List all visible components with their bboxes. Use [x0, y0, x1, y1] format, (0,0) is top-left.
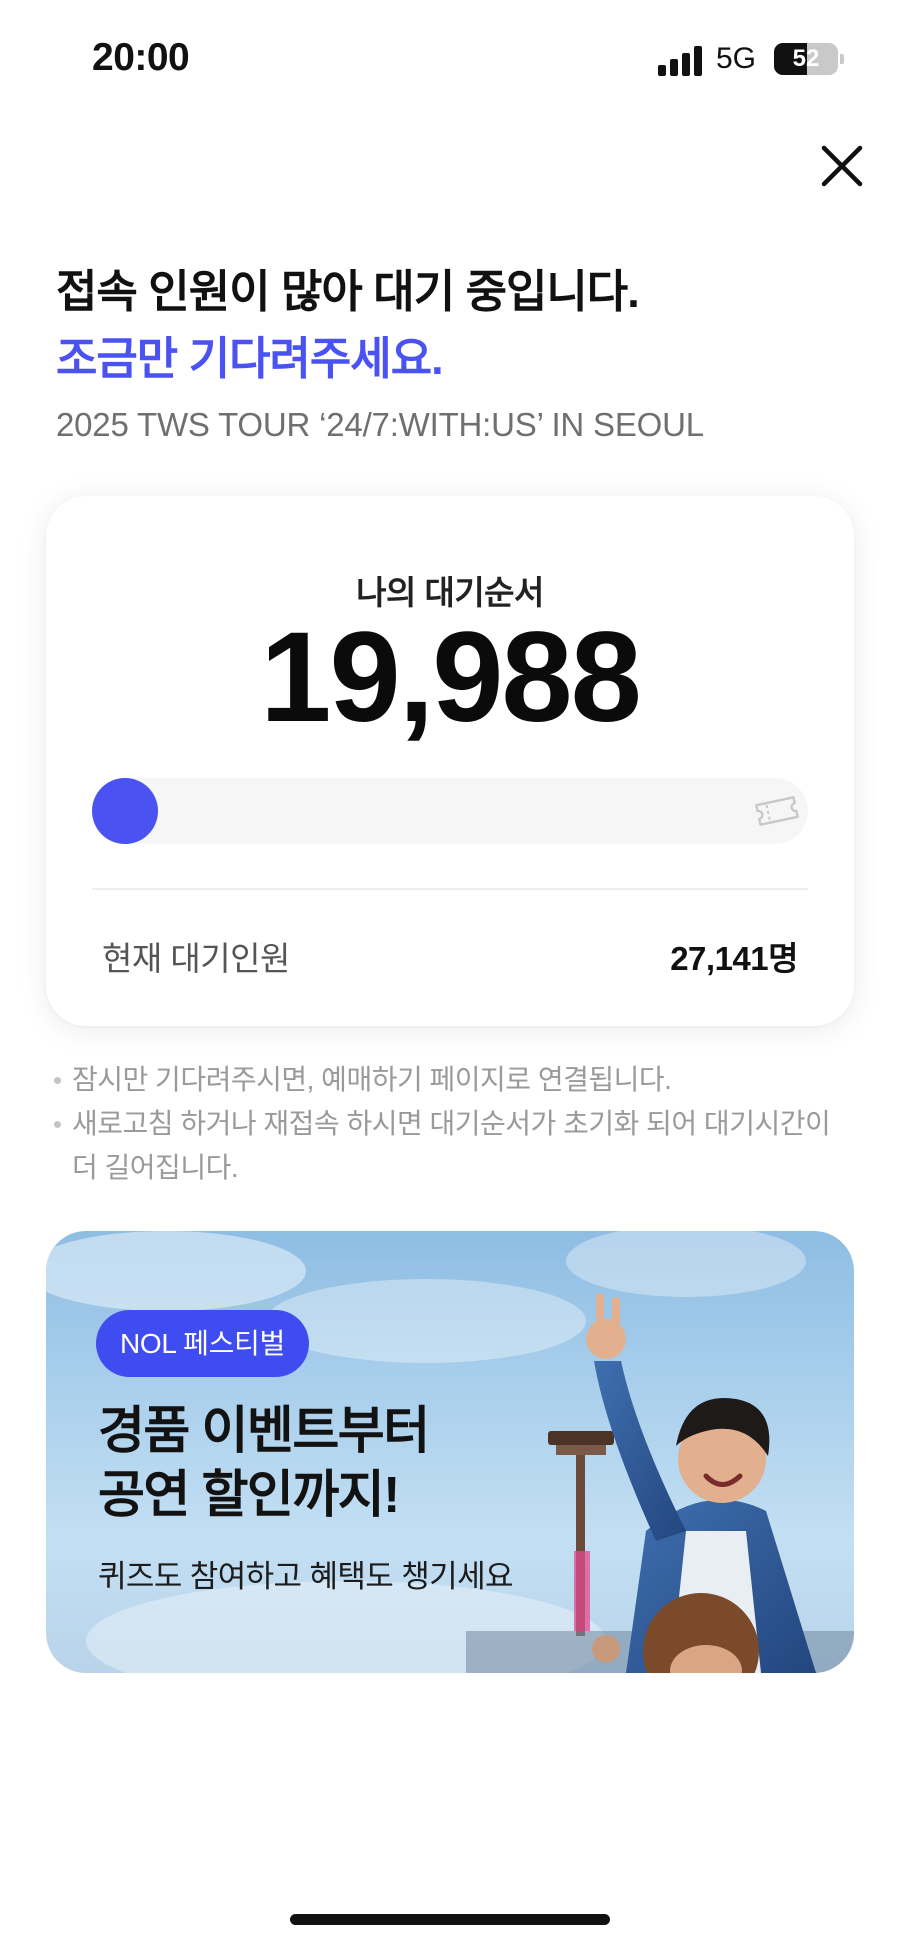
banner-headline-line1: 경품 이벤트부터 — [98, 1402, 430, 1459]
battery-percent: 52 — [792, 45, 820, 72]
waiting-subheading: 조금만 기다려주세요. — [56, 333, 444, 384]
signal-bars-icon — [658, 46, 702, 76]
current-waiting-count: 27,141명 — [670, 940, 798, 977]
ticket-icon — [755, 796, 799, 826]
queue-progress-bar — [92, 778, 808, 844]
banner-headline: 경품 이벤트부터 공연 할인까지! — [98, 1399, 430, 1527]
notice-item: 잠시만 기다려주시면, 예매하기 페이지로 연결됩니다. — [54, 1058, 854, 1102]
queue-waiting-screen: 20:00 5G 52 접속 인원이 많아 대기 중입니다. 조금만 기다려주세… — [0, 0, 900, 1948]
queue-status-card: 나의 대기순서 19,988 현재 대기인원 27,141명 — [46, 496, 854, 1026]
status-bar: 20:00 5G 52 — [0, 0, 900, 120]
queue-position-number: 19,988 — [260, 606, 642, 749]
battery-icon: 52 — [774, 43, 844, 75]
banner-headline-line2: 공연 할인까지! — [98, 1466, 400, 1523]
close-icon[interactable] — [816, 140, 868, 192]
event-title: 2025 TWS TOUR ‘24/7:WITH:US’ IN SEOUL — [56, 406, 704, 443]
notice-list: 잠시만 기다려주시면, 예매하기 페이지로 연결됩니다. 새로고침 하거나 재접… — [54, 1058, 854, 1190]
waiting-heading: 접속 인원이 많아 대기 중입니다. — [56, 266, 640, 317]
network-type: 5G — [716, 42, 757, 75]
current-waiting-label: 현재 대기인원 — [102, 940, 290, 977]
progress-indicator-dot — [92, 778, 158, 844]
promo-banner[interactable]: NOL 페스티벌 경품 이벤트부터 공연 할인까지! 퀴즈도 참여하고 혜택도 … — [46, 1231, 854, 1673]
banner-subtext: 퀴즈도 참여하고 혜택도 챙기세요 — [98, 1559, 514, 1594]
notice-item: 새로고침 하거나 재접속 하시면 대기순서가 초기화 되어 대기시간이 더 길어… — [54, 1102, 854, 1190]
card-divider — [92, 888, 808, 890]
home-indicator[interactable] — [290, 1914, 610, 1925]
status-time: 20:00 — [92, 36, 190, 79]
festival-badge: NOL 페스티벌 — [96, 1310, 309, 1377]
queue-progress-fill — [92, 778, 158, 844]
